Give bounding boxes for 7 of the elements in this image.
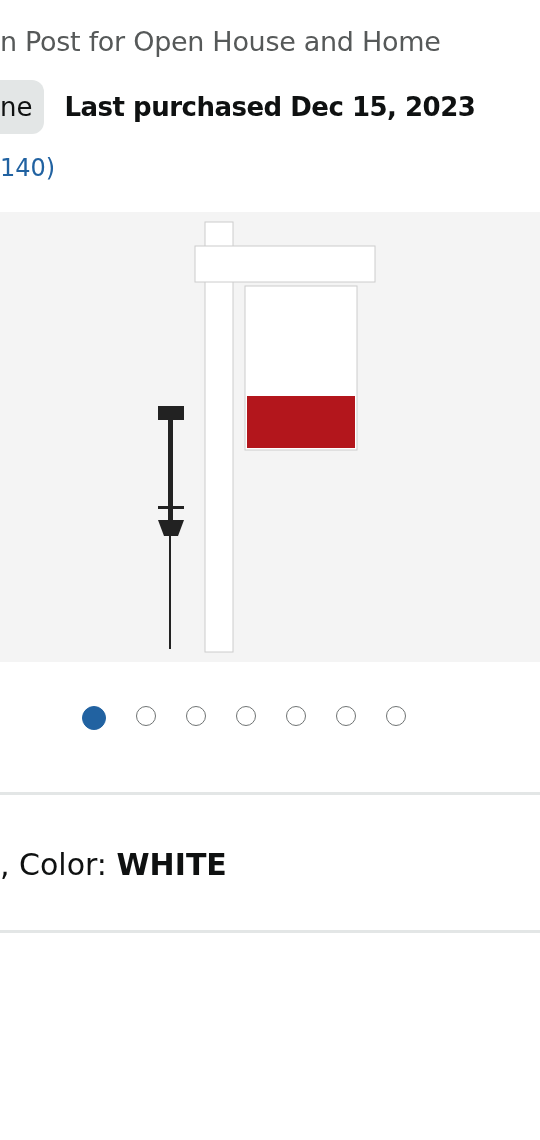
purchase-note: Last purchased Dec 15, 2023 <box>64 92 476 122</box>
variant-label: , Color: WHITE <box>0 846 228 884</box>
product-image[interactable] <box>0 212 540 662</box>
badge: ne <box>0 80 45 134</box>
product-title: n Post for Open House and Home <box>0 25 442 59</box>
ratings-count-link[interactable]: 140) <box>0 154 56 182</box>
carousel-dot[interactable] <box>82 706 106 730</box>
